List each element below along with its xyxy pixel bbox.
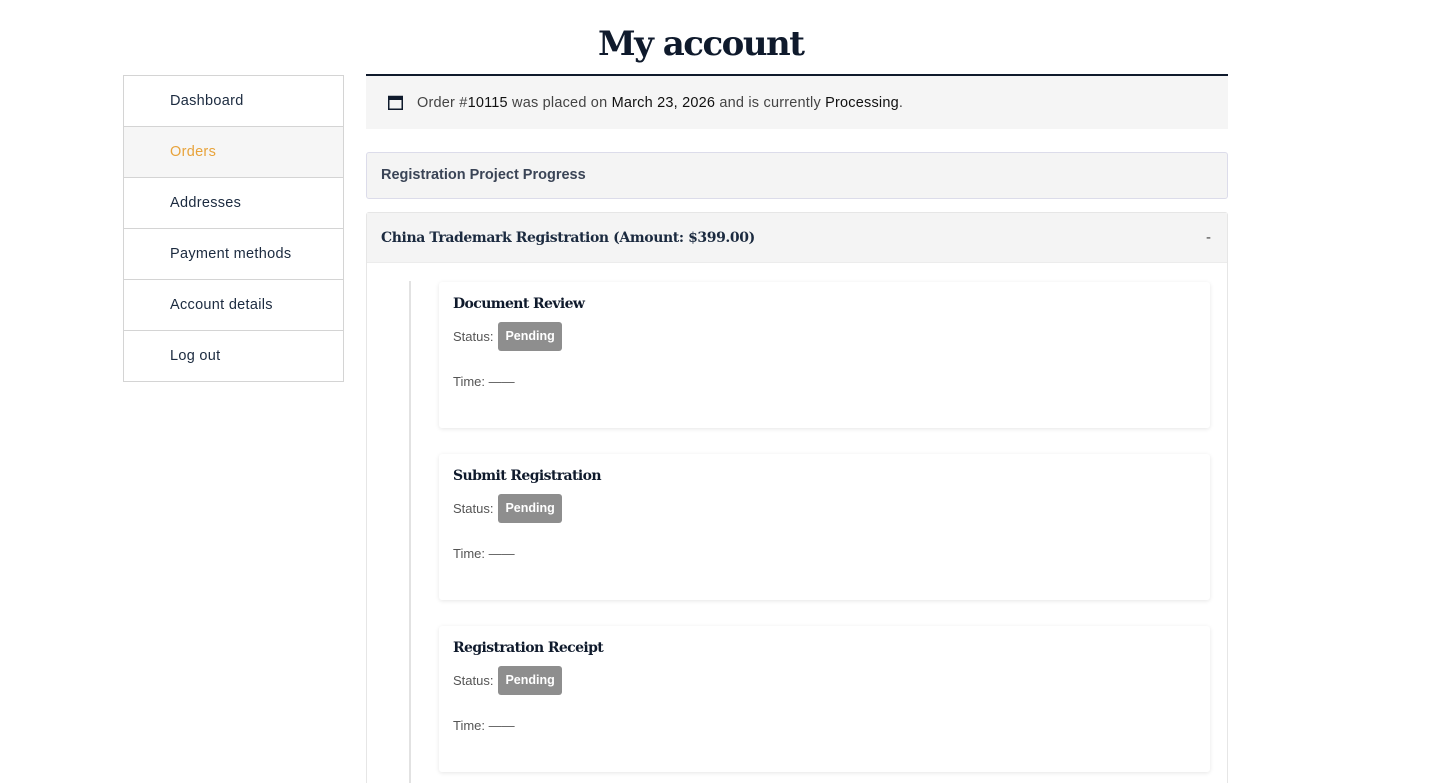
- status-row: Status: Pending: [453, 666, 1196, 695]
- step-title: Registration Receipt: [453, 640, 604, 656]
- time-row: Time: ——: [453, 374, 515, 389]
- sidebar-item-account-details[interactable]: Account details: [124, 280, 343, 331]
- order-middle: was placed on: [507, 94, 612, 111]
- status-row: Status: Pending: [453, 322, 1196, 351]
- status-label: Status:: [453, 673, 494, 688]
- collapse-toggle[interactable]: -: [1204, 229, 1213, 246]
- order-prefix: Order #: [417, 94, 468, 111]
- time-row: Time: ——: [453, 546, 515, 561]
- sidebar-item-addresses[interactable]: Addresses: [124, 178, 343, 229]
- progress-section-header: Registration Project Progress: [366, 152, 1228, 199]
- step-card: Submit Registration Status: Pending Time…: [439, 454, 1210, 600]
- status-label: Status:: [453, 329, 494, 344]
- order-notice: Order #10115 was placed on March 23, 202…: [366, 74, 1228, 129]
- status-badge: Pending: [498, 494, 562, 523]
- order-status: Processing: [825, 94, 899, 111]
- order-number: 10115: [467, 94, 508, 111]
- step-card: Registration Receipt Status: Pending Tim…: [439, 626, 1210, 772]
- calendar-icon: [388, 95, 403, 110]
- order-date: March 23, 2026: [611, 94, 716, 111]
- status-badge: Pending: [498, 322, 562, 351]
- timeline-line: [409, 281, 411, 783]
- status-badge: Pending: [498, 666, 562, 695]
- sidebar-item-payment-methods[interactable]: Payment methods: [124, 229, 343, 280]
- order-end: .: [898, 94, 904, 111]
- sidebar-item-dashboard[interactable]: Dashboard: [124, 76, 343, 127]
- time-row: Time: ——: [453, 718, 515, 733]
- service-panel: China Trademark Registration (Amount: $3…: [366, 212, 1228, 783]
- step-title: Submit Registration: [453, 468, 602, 484]
- order-suffix: and is currently: [715, 94, 826, 111]
- service-header[interactable]: China Trademark Registration (Amount: $3…: [367, 213, 1227, 263]
- step-title: Document Review: [453, 296, 585, 312]
- sidebar-item-log-out[interactable]: Log out: [124, 331, 343, 381]
- order-notice-text: Order #10115 was placed on March 23, 202…: [417, 95, 903, 111]
- status-row: Status: Pending: [453, 494, 1196, 523]
- page-title: My account: [598, 24, 805, 64]
- step-card: Document Review Status: Pending Time: ——: [439, 282, 1210, 428]
- service-title: China Trademark Registration (Amount: $3…: [381, 229, 755, 246]
- status-label: Status:: [453, 501, 494, 516]
- account-navigation: Dashboard Orders Addresses Payment metho…: [123, 75, 344, 382]
- sidebar-item-orders[interactable]: Orders: [124, 127, 343, 178]
